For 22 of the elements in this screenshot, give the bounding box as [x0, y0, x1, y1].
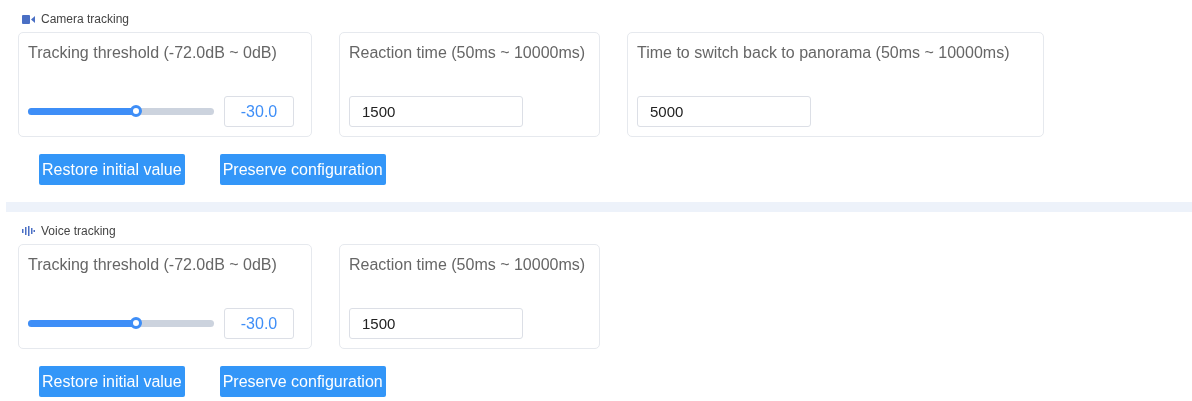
- slider-track[interactable]: [28, 320, 214, 327]
- field-label: Reaction time (50ms ~ 10000ms): [349, 255, 587, 275]
- slider-thumb[interactable]: [129, 317, 142, 329]
- field-label: Tracking threshold (-72.0dB ~ 0dB): [28, 255, 278, 275]
- section-title: Voice tracking: [41, 223, 116, 240]
- field-label: Reaction time (50ms ~ 10000ms): [349, 43, 587, 63]
- restore-button[interactable]: Restore initial value: [39, 154, 185, 185]
- value-field[interactable]: -30.0: [224, 96, 294, 127]
- number-field[interactable]: 5000: [637, 96, 811, 127]
- sound-wave-icon: [22, 226, 35, 236]
- save-button[interactable]: Preserve configuration: [219, 154, 386, 185]
- slider-thumb[interactable]: [129, 105, 142, 117]
- number-field[interactable]: 1500: [349, 308, 523, 339]
- slider-track[interactable]: [28, 108, 214, 115]
- save-button[interactable]: Preserve configuration: [219, 366, 386, 397]
- restore-button[interactable]: Restore initial value: [39, 366, 185, 397]
- section-title: Camera tracking: [41, 11, 130, 28]
- camera-icon: [22, 14, 35, 24]
- field-label: Tracking threshold (-72.0dB ~ 0dB): [28, 43, 278, 63]
- number-field[interactable]: 1500: [349, 96, 523, 127]
- field-label: Time to switch back to panorama (50ms ~ 10000ms): [637, 43, 1011, 63]
- value-field[interactable]: -30.0: [224, 308, 294, 339]
